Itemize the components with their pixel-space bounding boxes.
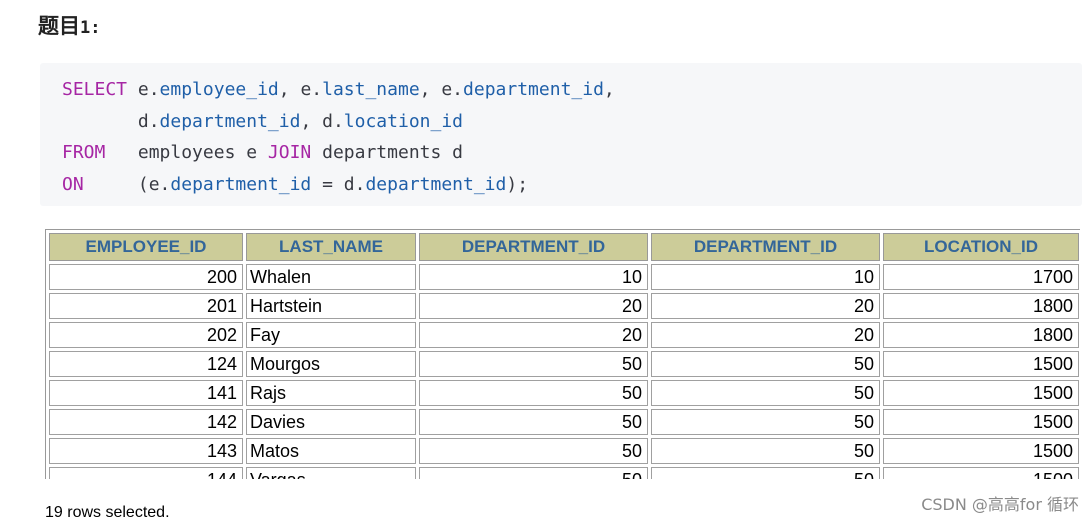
- cell-department-id: 50: [419, 351, 648, 377]
- cell-department-id: 50: [419, 409, 648, 435]
- cell-last-name: Matos: [246, 438, 416, 464]
- cell-last-name: Rajs: [246, 380, 416, 406]
- table-row: 144 Vargas 50 50 1500: [49, 467, 1079, 479]
- cell-employee-id: 144: [49, 467, 243, 479]
- cell-location-id: 1500: [883, 351, 1079, 377]
- column-header: LOCATION_ID: [883, 233, 1079, 261]
- cell-department-id-2: 50: [651, 409, 880, 435]
- cell-employee-id: 202: [49, 322, 243, 348]
- column-header: EMPLOYEE_ID: [49, 233, 243, 261]
- cell-department-id: 20: [419, 322, 648, 348]
- page-heading: 题目1:: [38, 12, 100, 42]
- heading-number: 1:: [80, 18, 101, 38]
- cell-department-id: 50: [419, 380, 648, 406]
- sql-code: SELECT e.employee_id, e.last_name, e.dep…: [62, 79, 615, 195]
- cell-last-name: Whalen: [246, 264, 416, 290]
- csdn-watermark: CSDN @高高for 循环: [921, 495, 1079, 514]
- cell-department-id-2: 50: [651, 438, 880, 464]
- table-row: 200 Whalen 10 10 1700: [49, 264, 1079, 290]
- cell-location-id: 1500: [883, 438, 1079, 464]
- result-table-viewport: EMPLOYEE_ID LAST_NAME DEPARTMENT_ID DEPA…: [45, 229, 1080, 479]
- sql-code-block: SELECT e.employee_id, e.last_name, e.dep…: [40, 63, 1082, 206]
- table-row: 141 Rajs 50 50 1500: [49, 380, 1079, 406]
- cell-employee-id: 200: [49, 264, 243, 290]
- column-header: DEPARTMENT_ID: [419, 233, 648, 261]
- table-row: 124 Mourgos 50 50 1500: [49, 351, 1079, 377]
- cell-department-id-2: 20: [651, 322, 880, 348]
- code-keyword-on: ON: [62, 173, 84, 195]
- cell-last-name: Vargas: [246, 467, 416, 479]
- cell-location-id: 1700: [883, 264, 1079, 290]
- table-row: 202 Fay 20 20 1800: [49, 322, 1079, 348]
- cell-department-id-2: 50: [651, 351, 880, 377]
- cell-department-id-2: 50: [651, 467, 880, 479]
- cell-location-id: 1500: [883, 380, 1079, 406]
- rows-selected-text: 19 rows selected.: [45, 504, 170, 521]
- cell-employee-id: 124: [49, 351, 243, 377]
- cell-employee-id: 201: [49, 293, 243, 319]
- cell-location-id: 1800: [883, 322, 1079, 348]
- cell-department-id: 50: [419, 438, 648, 464]
- table-row: 142 Davies 50 50 1500: [49, 409, 1079, 435]
- cell-location-id: 1500: [883, 467, 1079, 479]
- column-header: DEPARTMENT_ID: [651, 233, 880, 261]
- code-keyword-join: JOIN: [267, 142, 312, 163]
- cell-last-name: Mourgos: [246, 351, 416, 377]
- code-keyword-select: SELECT: [62, 79, 128, 100]
- cell-department-id: 50: [419, 467, 648, 479]
- cell-department-id-2: 20: [651, 293, 880, 319]
- cell-last-name: Hartstein: [246, 293, 416, 319]
- code-keyword-from: FROM: [62, 142, 106, 163]
- cell-last-name: Davies: [246, 409, 416, 435]
- cell-department-id: 10: [419, 264, 648, 290]
- table-row: 143 Matos 50 50 1500: [49, 438, 1079, 464]
- cell-location-id: 1500: [883, 409, 1079, 435]
- cell-employee-id: 141: [49, 380, 243, 406]
- cell-department-id: 20: [419, 293, 648, 319]
- table-row: 201 Hartstein 20 20 1800: [49, 293, 1079, 319]
- cell-employee-id: 143: [49, 438, 243, 464]
- table-header-row: EMPLOYEE_ID LAST_NAME DEPARTMENT_ID DEPA…: [49, 233, 1079, 261]
- heading-label: 题目: [38, 14, 80, 38]
- cell-department-id-2: 50: [651, 380, 880, 406]
- column-header: LAST_NAME: [246, 233, 416, 261]
- cell-last-name: Fay: [246, 322, 416, 348]
- cell-employee-id: 142: [49, 409, 243, 435]
- cell-department-id-2: 10: [651, 264, 880, 290]
- result-table: EMPLOYEE_ID LAST_NAME DEPARTMENT_ID DEPA…: [45, 229, 1080, 479]
- cell-location-id: 1800: [883, 293, 1079, 319]
